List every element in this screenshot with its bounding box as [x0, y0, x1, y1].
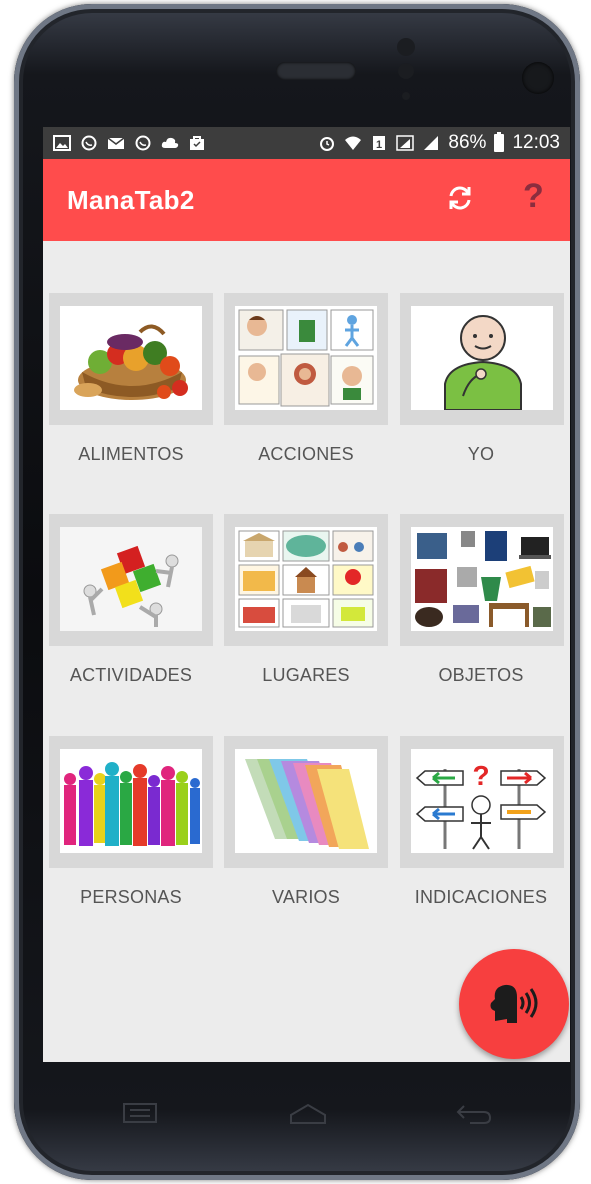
speak-fab-button[interactable]: [459, 949, 569, 1059]
bag-icon: [190, 136, 204, 150]
light-sensor: [398, 63, 414, 79]
objects-collage-image: [411, 527, 553, 631]
svg-text:?: ?: [472, 760, 489, 791]
category-label: ACTIVIDADES: [69, 665, 193, 685]
recent-apps-icon[interactable]: [122, 1102, 158, 1124]
food-basket-image: [60, 306, 202, 410]
indicator-led: [402, 92, 410, 100]
places-pictograms-image: [235, 527, 377, 631]
image-icon: [53, 135, 71, 151]
clock: 12:03: [512, 132, 560, 153]
proximity-sensor: [397, 38, 415, 56]
svg-text:1: 1: [376, 139, 382, 151]
category-label: LUGARES: [262, 665, 350, 685]
app-title: ManaTab2: [67, 184, 195, 215]
category-label: ACCIONES: [258, 444, 354, 464]
back-icon[interactable]: [454, 1100, 494, 1128]
category-label: INDICACIONES: [414, 887, 548, 907]
category-tile-objetos[interactable]: [400, 514, 564, 646]
signal-icon: [424, 136, 439, 150]
category-label: ALIMENTOS: [78, 444, 184, 464]
cloud-icon: [161, 137, 179, 148]
category-tile-indicaciones[interactable]: ?: [400, 736, 564, 868]
whatsapp-icon: [135, 135, 151, 151]
wifi-icon: [345, 136, 362, 150]
colored-folders-image: [235, 749, 377, 853]
help-icon[interactable]: ?: [523, 177, 544, 216]
actions-pictograms-image: [235, 306, 377, 410]
person-pointing-self-image: [411, 306, 553, 410]
speaking-head-icon: [490, 984, 538, 1023]
status-bar: 1 86% 12:03: [43, 127, 570, 159]
front-camera: [522, 62, 554, 94]
category-tile-alimentos[interactable]: [49, 293, 213, 425]
battery-percent: 86%: [448, 132, 487, 153]
earpiece-speaker: [276, 62, 356, 80]
category-label: PERSONAS: [80, 887, 182, 907]
app-screen: 1 86% 12:03 ManaTab2 ? ALIMENTOS ACCIONE…: [43, 127, 570, 1062]
battery-icon: [494, 132, 505, 152]
alarm-icon: [320, 137, 335, 151]
refresh-icon[interactable]: [445, 183, 475, 213]
signpost-arrows-image: ?: [411, 749, 553, 853]
category-label: OBJETOS: [438, 665, 524, 685]
home-icon[interactable]: [288, 1102, 328, 1126]
signal-icon: [396, 135, 415, 151]
people-silhouettes-image: [60, 749, 202, 853]
app-toolbar: ManaTab2 ?: [43, 159, 570, 241]
category-label: VARIOS: [272, 887, 340, 907]
category-tile-acciones[interactable]: [224, 293, 388, 425]
category-tile-varios[interactable]: [224, 736, 388, 868]
category-tile-yo[interactable]: [400, 293, 564, 425]
mail-icon: [107, 137, 125, 149]
category-tile-lugares[interactable]: [224, 514, 388, 646]
category-tile-actividades[interactable]: [49, 514, 213, 646]
category-tile-personas[interactable]: [49, 736, 213, 868]
sim-icon: 1: [373, 136, 386, 151]
puzzle-people-image: [60, 527, 202, 631]
category-label: YO: [467, 444, 495, 464]
whatsapp-icon: [81, 135, 97, 151]
